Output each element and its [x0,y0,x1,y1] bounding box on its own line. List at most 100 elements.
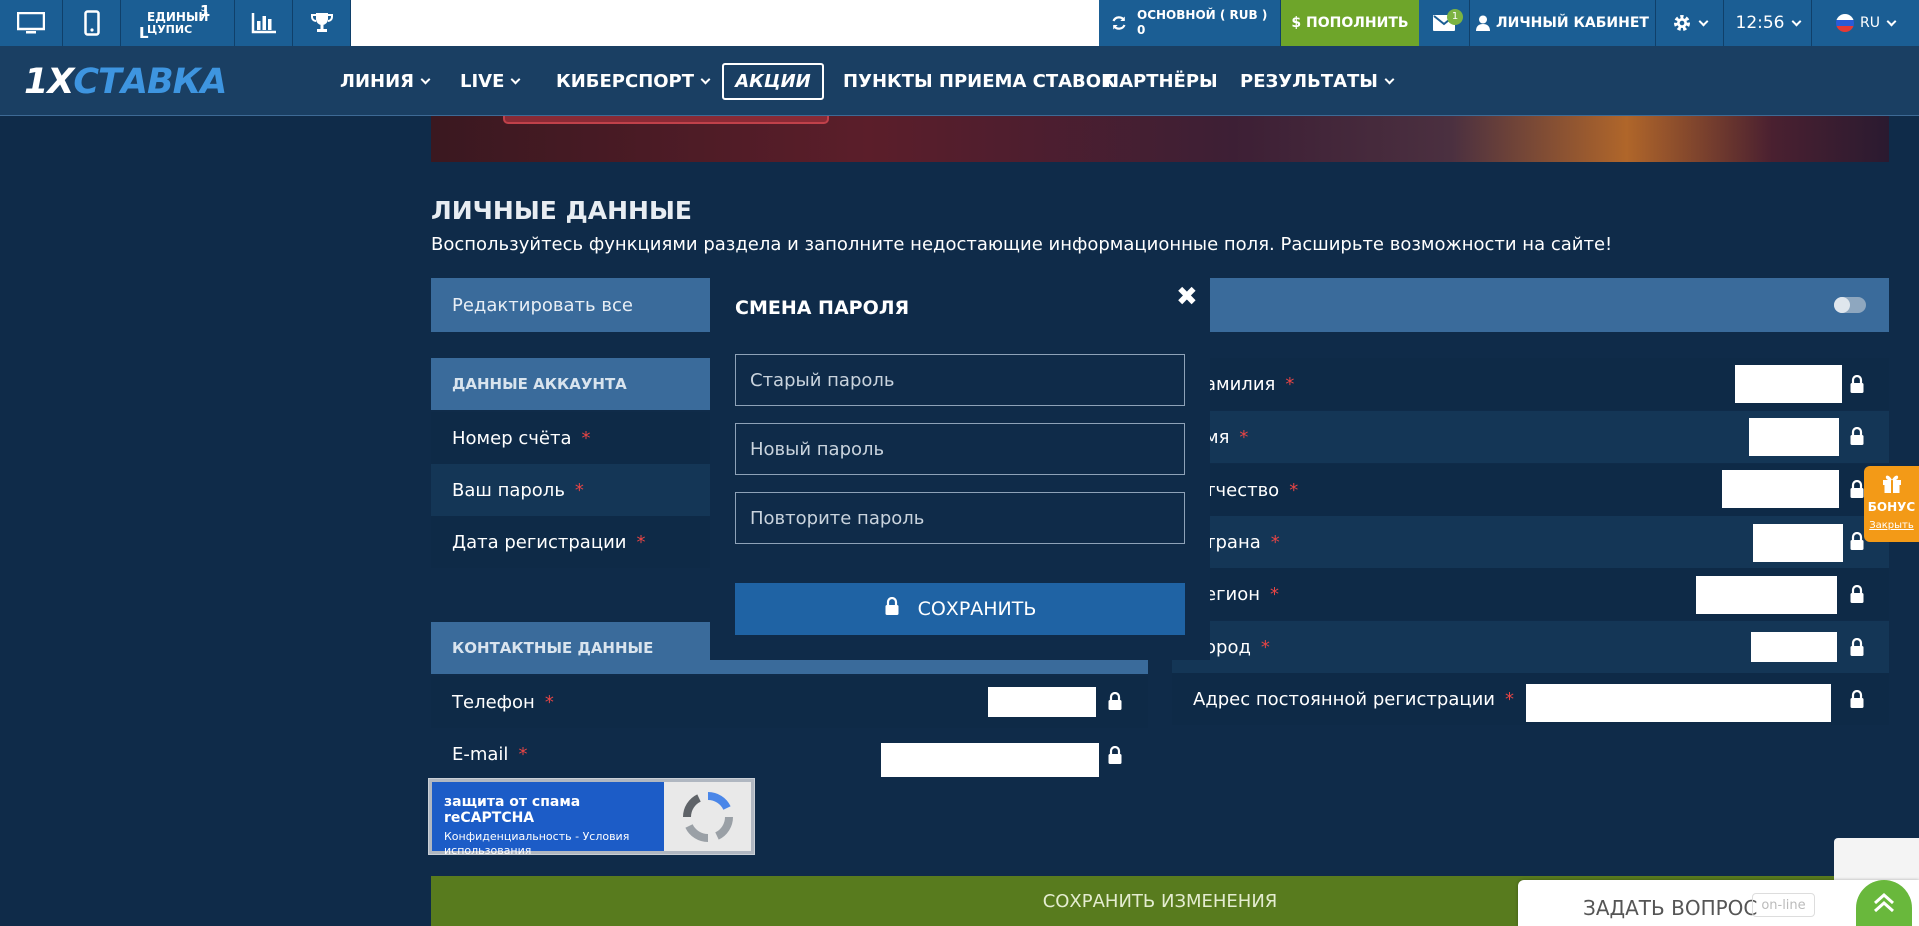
statistics-button[interactable] [235,0,293,46]
old-password-input[interactable]: Старый пароль [735,354,1185,406]
bonus-close-link[interactable]: Закрыть [1864,520,1919,531]
nav-item-label: ЛИНИЯ [340,70,415,92]
bonus-widget[interactable]: БОНУС Закрыть [1864,466,1919,542]
row-label: Дата регистрации [452,531,627,553]
cupis-sup: 1 [200,2,211,20]
row-label: Номер счёта [452,427,572,449]
chevron-down-icon [1886,16,1897,26]
edit-all-toggle[interactable] [1834,297,1866,313]
lock-icon [1850,427,1864,445]
required-mark: * [1505,688,1514,710]
site-logo[interactable]: 1XСТАВКА [24,62,227,102]
language-selector[interactable]: RU [1812,0,1919,46]
logo-part-1x: 1X [24,62,74,102]
stats-icon [251,13,276,34]
language-value: RU [1860,15,1880,31]
chevron-down-icon [1384,74,1395,84]
lock-icon [1850,638,1864,656]
required-mark: * [1270,583,1280,605]
recaptcha-mini-badge [1834,838,1919,880]
row-label: тчество [1205,479,1280,501]
row-label: Адрес постоянной регистрации [1193,688,1495,710]
row-label: ород [1205,636,1251,658]
required-mark: * [1289,479,1299,501]
row-label: егион [1205,583,1261,605]
country-value-field[interactable] [1753,524,1843,562]
phone-value-field[interactable] [988,687,1096,717]
address-value-field[interactable] [1526,684,1831,722]
chevron-down-icon [420,74,431,84]
save-password-button[interactable]: СОХРАНИТЬ [735,583,1185,635]
nav-item-promotions[interactable]: АКЦИИ [722,63,824,100]
user-icon [1476,15,1491,31]
close-icon[interactable]: ✖ [1176,282,1198,312]
surname-value-field[interactable] [1735,365,1842,403]
required-mark: * [636,531,646,553]
deposit-button[interactable]: $ ПОПОЛНИТЬ [1281,0,1419,46]
cupis-button[interactable]: ЕДИНЫЙ ЦУПИС 1 L [121,0,235,46]
personal-cabinet-button[interactable]: ЛИЧНЫЙ КАБИНЕТ [1470,0,1656,46]
chevron-down-icon [510,74,521,84]
gift-icon [1882,475,1901,493]
chevron-up-icon [1874,892,1894,913]
balance-text: ОСНОВНОЙ ( RUB ) 0 [1137,8,1267,38]
row-label: E-mail [452,743,509,765]
banner-chips [503,116,829,124]
gear-icon [1674,15,1690,31]
required-mark: * [518,743,528,765]
mail-count-badge: 1 [1447,9,1463,25]
lock-icon [1108,746,1122,764]
balance-value: 0 [1137,23,1146,37]
logo-part-stavka: СТАВКА [73,62,227,102]
row-label: Телефон [452,691,535,713]
patronymic-value-field[interactable] [1722,470,1839,508]
time-selector[interactable]: 12:56 [1724,0,1812,46]
required-mark: * [544,691,554,713]
results-button[interactable] [293,0,351,46]
desktop-version-button[interactable] [0,0,63,46]
trophy-icon [310,13,333,32]
refresh-icon [1112,16,1126,30]
city-value-field[interactable] [1751,632,1837,662]
balance-selector[interactable]: ОСНОВНОЙ ( RUB ) 0 [1099,0,1281,46]
edit-all-label: Редактировать все [452,295,633,316]
nav-item-esports[interactable]: КИБЕРСПОРТ [556,46,711,116]
online-status-badge: on-line [1752,893,1815,917]
nav-item-label: РЕЗУЛЬТАТЫ [1240,70,1378,92]
lock-icon [1108,692,1122,710]
email-value-field[interactable] [881,743,1099,777]
nav-item-results[interactable]: РЕЗУЛЬТАТЫ [1240,46,1395,116]
flag-ru-icon [1836,14,1854,32]
promo-banner[interactable] [431,116,1889,162]
page-description: Воспользуйтесь функциями раздела и запол… [431,234,1613,255]
cabinet-label: ЛИЧНЫЙ КАБИНЕТ [1496,15,1649,31]
required-mark: * [1270,531,1280,553]
cupis-l: L [139,24,149,42]
lock-icon [1850,532,1864,550]
time-value: 12:56 [1735,13,1785,33]
mobile-version-button[interactable] [63,0,121,46]
mobile-icon [83,10,100,36]
required-mark: * [581,427,591,449]
recaptcha-links[interactable]: Конфиденциальность - Условия использован… [444,830,664,858]
settings-button[interactable] [1656,0,1724,46]
nav-item-label: LIVE [460,70,505,92]
name-value-field[interactable] [1749,418,1839,456]
lock-icon [1850,480,1864,498]
region-value-field[interactable] [1696,576,1837,614]
repeat-password-input[interactable]: Повторите пароль [735,492,1185,544]
ask-question-label[interactable]: ЗАДАТЬ ВОПРОС [1583,896,1757,920]
balance-label: ОСНОВНОЙ ( RUB ) [1137,8,1268,22]
nav-item-partners[interactable]: ПАРТНЁРЫ [1104,46,1218,116]
required-mark: * [1285,373,1295,395]
nav-item-betting-points[interactable]: ПУНКТЫ ПРИЕМА СТАВОК [843,46,1116,116]
chevron-down-icon [700,74,711,84]
new-password-input[interactable]: Новый пароль [735,423,1185,475]
nav-item-line[interactable]: ЛИНИЯ [340,46,431,116]
lock-icon [1850,585,1864,603]
bonus-label: БОНУС [1867,500,1916,514]
nav-item-live[interactable]: LIVE [460,46,521,116]
save-password-label: СОХРАНИТЬ [917,598,1037,620]
messages-button[interactable]: 1 [1419,0,1470,46]
cupis-line2: ЦУПИС [147,22,193,36]
